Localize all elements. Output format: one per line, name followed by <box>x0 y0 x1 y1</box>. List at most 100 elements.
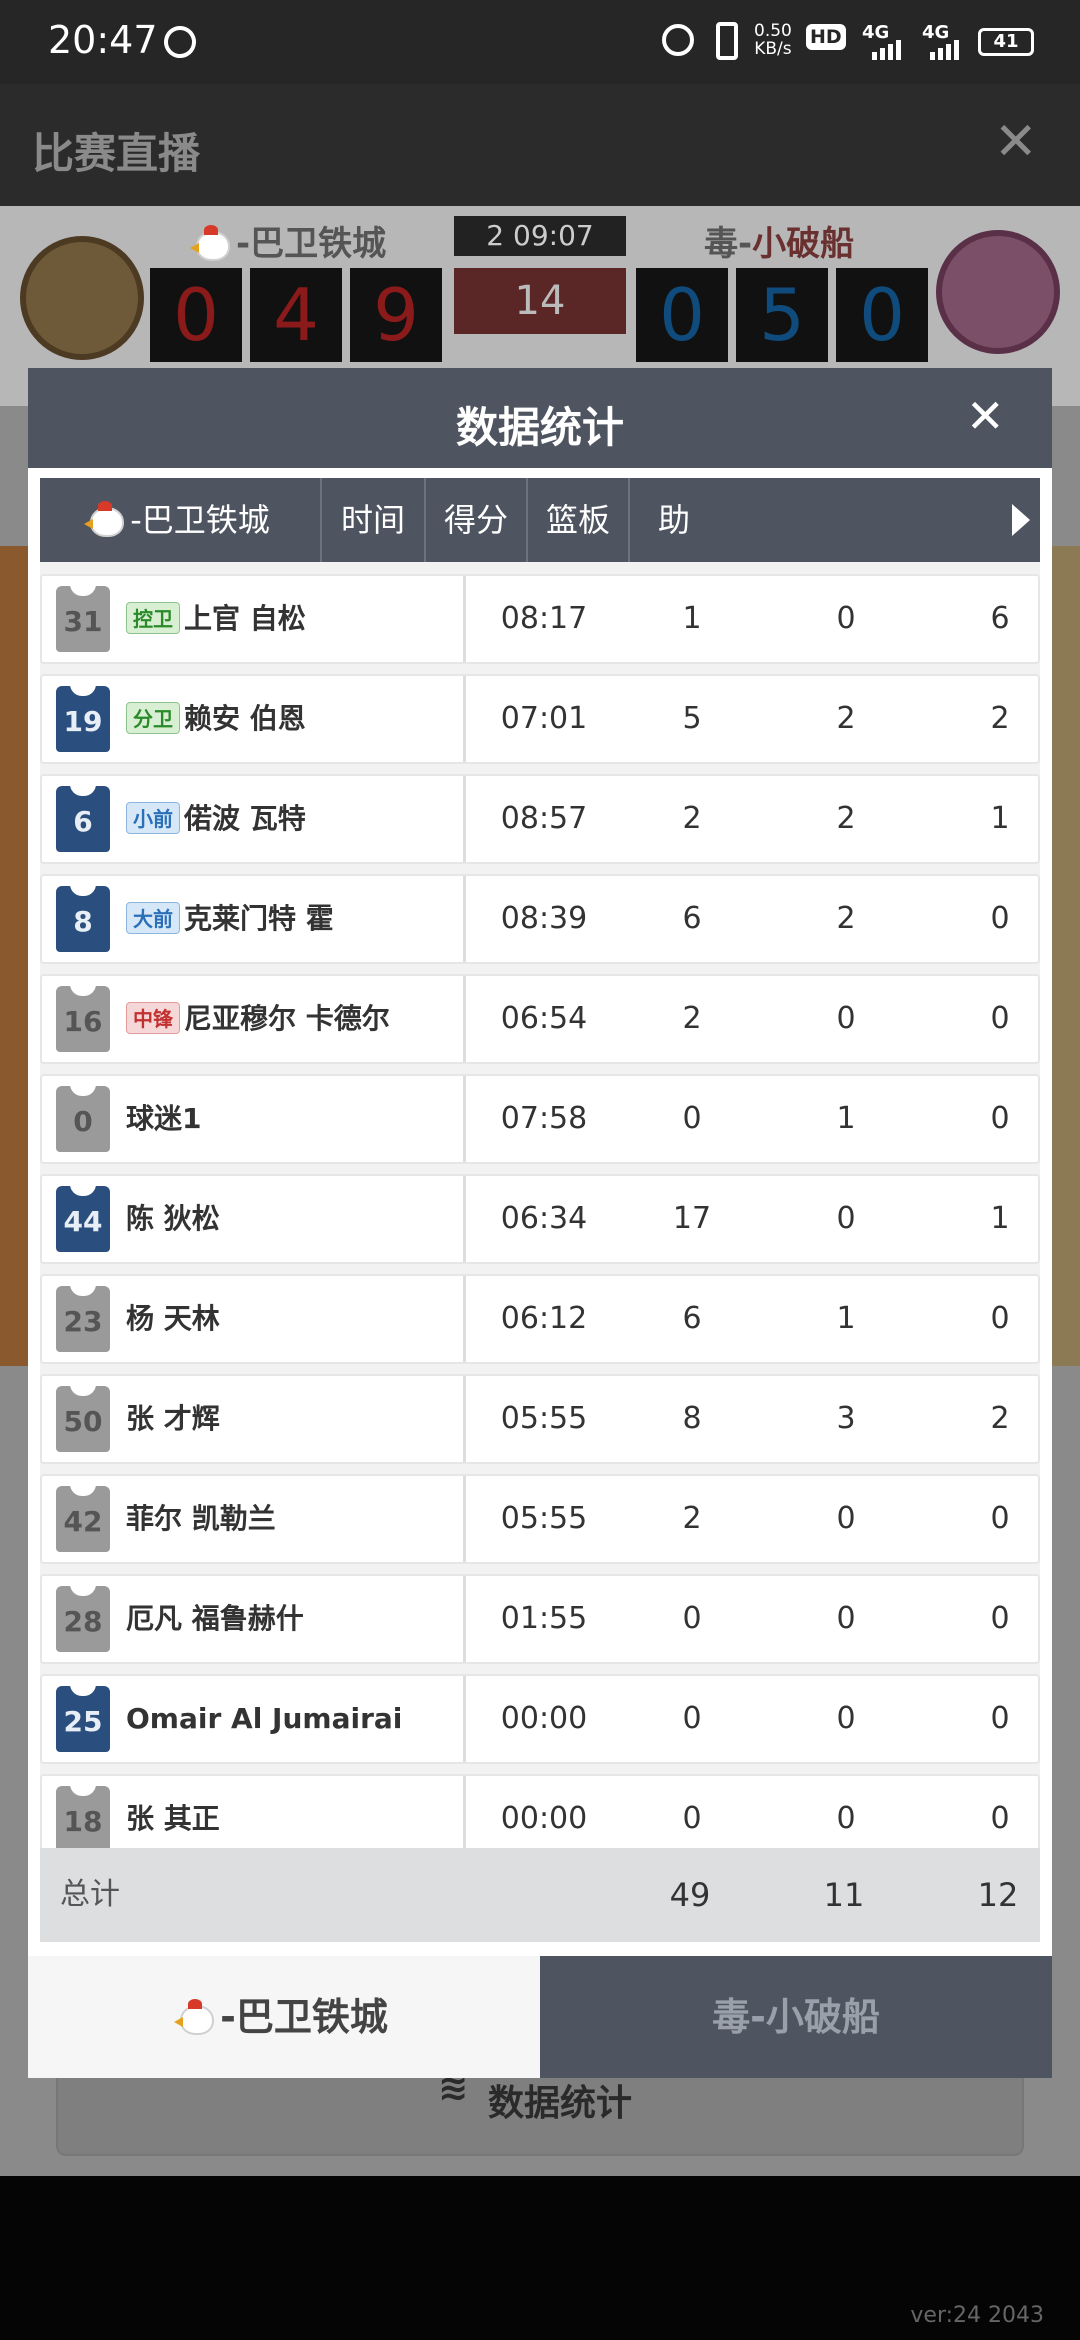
column-header-time: 时间 <box>322 478 426 562</box>
player-points: 8 <box>682 1401 702 1436</box>
status-time: 20:47 <box>48 18 158 62</box>
player-assists: 1 <box>990 801 1010 836</box>
court-edge-left <box>0 546 30 1366</box>
player-name-cell: 0 球迷1 <box>42 1076 466 1162</box>
jersey-icon: 16 <box>56 984 110 1052</box>
player-rebounds: 0 <box>836 1501 856 1536</box>
sim1-signal-icon <box>872 40 901 60</box>
jersey-icon: 23 <box>56 1284 110 1352</box>
open-stats-label: 数据统计 <box>488 2083 633 2124</box>
rooster-icon <box>190 224 230 261</box>
jersey-icon: 19 <box>56 684 110 752</box>
totals-row: 总计 49 11 12 <box>40 1848 1040 1942</box>
player-points: 0 <box>682 1701 702 1736</box>
player-row[interactable]: 25 Omair Al Jumairai 00:00 0 0 0 <box>40 1674 1040 1764</box>
player-row[interactable]: 50 张 才辉 05:55 8 3 2 <box>40 1374 1040 1464</box>
position-badge: 大前 <box>126 902 180 934</box>
shot-clock: 14 <box>454 268 626 334</box>
position-badge: 中锋 <box>126 1002 180 1034</box>
player-row[interactable]: 28 厄凡 福鲁赫什 01:55 0 0 0 <box>40 1574 1040 1664</box>
player-name: 菲尔 凯勒兰 <box>126 1502 276 1535</box>
player-rebounds: 0 <box>836 1601 856 1636</box>
modal-close-icon[interactable]: ✕ <box>966 388 1005 444</box>
player-assists: 0 <box>990 1301 1010 1336</box>
position-badge: 分卫 <box>126 702 180 734</box>
player-row[interactable]: 8 大前 克莱门特 霍 08:39 6 2 0 <box>40 874 1040 964</box>
column-header-rebounds: 篮板 <box>528 478 630 562</box>
player-points: 17 <box>672 1201 712 1236</box>
sim2-signal-icon <box>930 40 959 60</box>
player-points: 2 <box>682 801 702 836</box>
column-header-assists: 助攻 <box>658 501 690 539</box>
player-name-cell: 25 Omair Al Jumairai <box>42 1676 466 1762</box>
column-header-team: -巴卫铁城 <box>40 478 322 562</box>
court-edge-right <box>1050 546 1080 1366</box>
player-assists: 2 <box>990 701 1010 736</box>
player-name: 克莱门特 霍 <box>184 902 334 935</box>
home-score-digit: 4 <box>250 268 342 362</box>
player-name: 厄凡 福鲁赫什 <box>126 1602 304 1635</box>
totals-points: 49 <box>669 1876 711 1914</box>
team-tabs: -巴卫铁城 毒-小破船 <box>28 1956 1052 2078</box>
player-name-cell: 44 陈 狄松 <box>42 1176 466 1262</box>
player-points: 2 <box>682 1501 702 1536</box>
player-time: 06:54 <box>500 1001 588 1036</box>
away-score-digit: 0 <box>636 268 728 362</box>
page-close-icon[interactable]: ✕ <box>994 114 1038 170</box>
scroll-right-icon[interactable] <box>1012 504 1030 536</box>
status-bar: 20:47 0.50 KB/s HD 4G 4G 41 <box>0 0 1080 84</box>
modal-title: 数据统计 <box>455 403 624 452</box>
player-assists: 2 <box>990 1401 1010 1436</box>
totals-assists: 12 <box>977 1876 1019 1914</box>
jersey-icon: 25 <box>56 1684 110 1752</box>
player-time: 07:58 <box>500 1101 588 1136</box>
player-time: 08:57 <box>500 801 588 836</box>
jersey-icon: 44 <box>56 1184 110 1252</box>
player-name: 尼亚穆尔 卡德尔 <box>184 1002 390 1035</box>
position-badge: 控卫 <box>126 602 180 634</box>
player-row[interactable]: 31 控卫 上官 自松 08:17 1 0 6 <box>40 574 1040 664</box>
player-rebounds: 0 <box>836 1801 856 1836</box>
tab-home-team[interactable]: -巴卫铁城 <box>28 1956 540 2078</box>
player-row[interactable]: 23 杨 天林 06:12 6 1 0 <box>40 1274 1040 1364</box>
player-assists: 6 <box>990 601 1010 636</box>
vibrate-icon <box>716 22 738 60</box>
player-name-cell: 31 控卫 上官 自松 <box>42 576 466 662</box>
jersey-icon: 8 <box>56 884 110 952</box>
player-row[interactable]: 6 小前 偌波 瓦特 08:57 2 2 1 <box>40 774 1040 864</box>
stats-table[interactable]: -巴卫铁城 时间 得分 篮板 助攻 31控卫上官 自松08:1710619分卫赖… <box>40 478 1040 1848</box>
player-assists: 0 <box>990 901 1010 936</box>
player-rebounds: 2 <box>836 901 856 936</box>
home-team-name: -巴卫铁城 <box>190 216 386 265</box>
player-row[interactable]: 44 陈 狄松 06:34 17 0 1 <box>40 1174 1040 1264</box>
page-title: 比赛直播 <box>32 129 201 178</box>
away-team-logo <box>936 230 1060 354</box>
player-rebounds: 1 <box>836 1301 856 1336</box>
battery-icon: 41 <box>978 28 1034 56</box>
player-row[interactable]: 18 张 其正 00:00 0 0 0 <box>40 1774 1040 1848</box>
stats-modal: 数据统计 ✕ -巴卫铁城 时间 得分 篮板 助攻 31控卫上官 自松08:171… <box>28 368 1052 2078</box>
player-row[interactable]: 16 中锋 尼亚穆尔 卡德尔 06:54 2 0 0 <box>40 974 1040 1064</box>
player-points: 6 <box>682 901 702 936</box>
player-rebounds: 0 <box>836 601 856 636</box>
player-assists: 0 <box>990 1501 1010 1536</box>
position-badge: 小前 <box>126 802 180 834</box>
player-points: 0 <box>682 1601 702 1636</box>
player-name: 陈 狄松 <box>126 1202 220 1235</box>
stats-table-header: -巴卫铁城 时间 得分 篮板 助攻 <box>40 478 1040 562</box>
player-time: 08:39 <box>500 901 588 936</box>
jersey-icon: 18 <box>56 1784 110 1848</box>
player-row[interactable]: 19 分卫 赖安 伯恩 07:01 5 2 2 <box>40 674 1040 764</box>
tab-away-team[interactable]: 毒-小破船 <box>540 1956 1052 2078</box>
player-name-cell: 28 厄凡 福鲁赫什 <box>42 1576 466 1662</box>
network-speed: 0.50 KB/s <box>754 22 792 58</box>
player-points: 5 <box>682 701 702 736</box>
bottom-bar: ver:24 2043 <box>0 2176 1080 2340</box>
jersey-icon: 6 <box>56 784 110 852</box>
player-time: 06:12 <box>500 1301 588 1336</box>
away-score-digit: 0 <box>836 268 928 362</box>
player-name-cell: 42 菲尔 凯勒兰 <box>42 1476 466 1562</box>
player-row[interactable]: 0 球迷1 07:58 0 1 0 <box>40 1074 1040 1164</box>
player-row[interactable]: 42 菲尔 凯勒兰 05:55 2 0 0 <box>40 1474 1040 1564</box>
player-points: 1 <box>682 601 702 636</box>
